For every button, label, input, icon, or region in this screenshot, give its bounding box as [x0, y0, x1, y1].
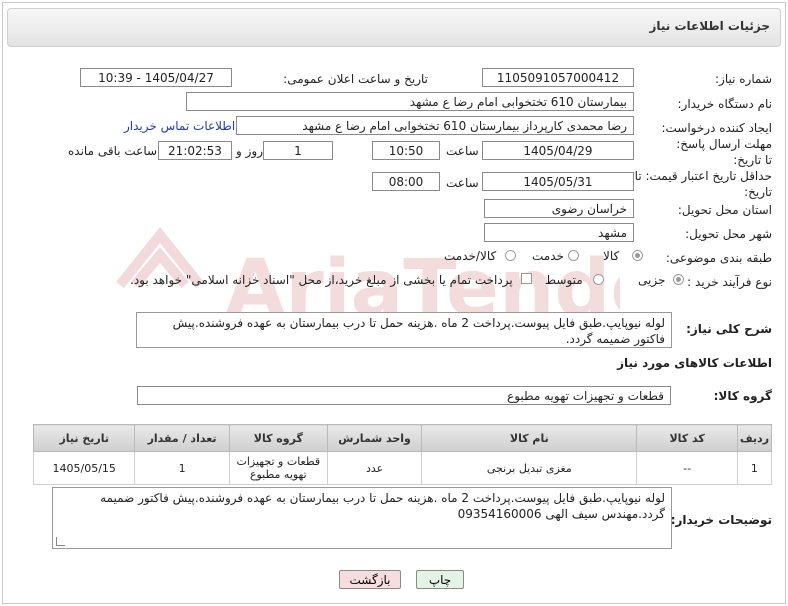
buyer-contact-link[interactable]: اطلاعات تماس خریدار	[124, 119, 235, 133]
need-number-label: شماره نیاز:	[715, 72, 772, 86]
reply-deadline-label: مهلت ارسال پاسخ: تا تاریخ:	[676, 137, 772, 167]
remaining-time-label: ساعت باقی مانده	[68, 144, 158, 158]
delivery-city-label: شهر محل تحویل:	[685, 227, 772, 241]
category-radio-service[interactable]	[568, 250, 579, 261]
cell-goods-group: قطعات و تجهیزات تهویه مطبوع	[228, 451, 328, 485]
delivery-city-field[interactable]: مشهد	[484, 223, 634, 242]
price-validity-date-field[interactable]: 1405/05/31	[482, 172, 634, 191]
header-bar: جزئیات اطلاعات نیاز	[7, 8, 781, 47]
col-need-date: تاریخ نیاز	[32, 424, 136, 452]
remaining-time-field[interactable]: 21:02:53	[158, 141, 232, 160]
reply-deadline-days-field[interactable]: 1	[263, 141, 333, 160]
cell-goods-name: مغزی تبدیل برنجی	[421, 451, 638, 485]
category-radio-goods-service[interactable]	[505, 250, 516, 261]
goods-group-field[interactable]: قطعات و تجهیزات تهویه مطبوع	[137, 386, 671, 405]
col-goods-code: کد کالا	[636, 424, 738, 452]
description-label: شرح کلی نیاز:	[686, 322, 772, 336]
goods-info-heading: اطلاعات کالاهای مورد نیاز	[617, 356, 772, 370]
process-type-label: نوع فرآیند خرید :	[687, 275, 772, 289]
print-button[interactable]: چاپ	[416, 570, 464, 589]
price-validity-time-label: ساعت	[446, 176, 479, 190]
goods-group-label: گروه کالا:	[713, 389, 772, 403]
goods-table: ردیف کد کالا نام کالا واحد شمارش گروه کا…	[32, 424, 773, 485]
treasury-note: پرداخت تمام یا بخشی از مبلغ خرید،از محل …	[130, 273, 513, 287]
process-option-medium: متوسط	[545, 273, 583, 287]
price-validity-time-field[interactable]: 08:00	[372, 172, 440, 191]
table-header-row: ردیف کد کالا نام کالا واحد شمارش گروه کا…	[32, 424, 773, 452]
buyer-notes-text: لوله نیوپایپ.طبق فایل پیوست.پرداخت 2 ماه…	[100, 491, 665, 521]
delivery-province-field[interactable]: خراسان رضوی	[484, 199, 634, 218]
cell-goods-code: --	[636, 451, 738, 485]
back-button[interactable]: بازگشت	[339, 570, 401, 589]
cell-need-date: 1405/05/15	[32, 451, 136, 485]
process-option-minor: جزیی	[638, 273, 666, 287]
buyer-notes-textarea[interactable]: لوله نیوپایپ.طبق فایل پیوست.پرداخت 2 ماه…	[52, 487, 672, 549]
buyer-notes-label: توضیحات خریدار:	[670, 513, 772, 527]
price-validity-label: حداقل تاریخ اعتبار قیمت: تا تاریخ:	[634, 169, 772, 199]
col-goods-name: نام کالا	[421, 424, 638, 452]
reply-deadline-date-field[interactable]: 1405/04/29	[482, 141, 634, 160]
col-unit: واحد شمارش	[326, 424, 423, 452]
requester-label: ایجاد کننده درخواست:	[661, 121, 772, 135]
need-number-field[interactable]: 1105091057000412	[482, 68, 634, 87]
process-radio-minor[interactable]	[673, 274, 684, 285]
cell-quantity: 1	[134, 451, 230, 485]
reply-deadline-days-label: روز و	[236, 144, 263, 158]
delivery-province-label: استان محل تحویل:	[677, 203, 772, 217]
category-option-goods: کالا	[603, 249, 620, 263]
description-textarea[interactable]: لوله نیوپایپ.طبق فایل پیوست.پرداخت 2 ماه…	[136, 312, 672, 348]
category-option-goods-service: کالا/خدمت	[444, 249, 497, 263]
buyer-org-field[interactable]: بیمارستان 610 تختخوابی امام رضا ع مشهد	[186, 92, 634, 111]
treasury-checkbox[interactable]	[521, 273, 532, 284]
announce-datetime-field[interactable]: 1405/04/27 - 10:39	[80, 68, 232, 87]
cell-unit: عدد	[326, 451, 423, 485]
category-label: طبقه بندی موضوعی:	[665, 251, 772, 265]
category-radio-goods[interactable]	[632, 250, 643, 261]
col-quantity: تعداد / مقدار	[134, 424, 230, 452]
announce-datetime-label: تاریخ و ساعت اعلان عمومی:	[283, 72, 428, 86]
table-row[interactable]: 1 -- مغزی تبدیل برنجی عدد قطعات و تجهیزا…	[32, 451, 773, 485]
col-row-number: ردیف	[736, 424, 773, 452]
page-title: جزئیات اطلاعات نیاز	[649, 19, 770, 33]
category-option-service: خدمت	[532, 249, 564, 263]
process-radio-medium[interactable]	[593, 274, 604, 285]
buyer-org-label: نام دستگاه خریدار:	[677, 97, 773, 111]
requester-field[interactable]: رضا محمدی کارپرداز بیمارستان 610 تختخواب…	[236, 116, 634, 135]
reply-deadline-time-label: ساعت	[446, 144, 479, 158]
resize-grip-icon[interactable]	[56, 537, 65, 546]
col-goods-group: گروه کالا	[228, 424, 328, 452]
reply-deadline-time-field[interactable]: 10:50	[372, 141, 440, 160]
cell-row-number: 1	[736, 451, 773, 485]
